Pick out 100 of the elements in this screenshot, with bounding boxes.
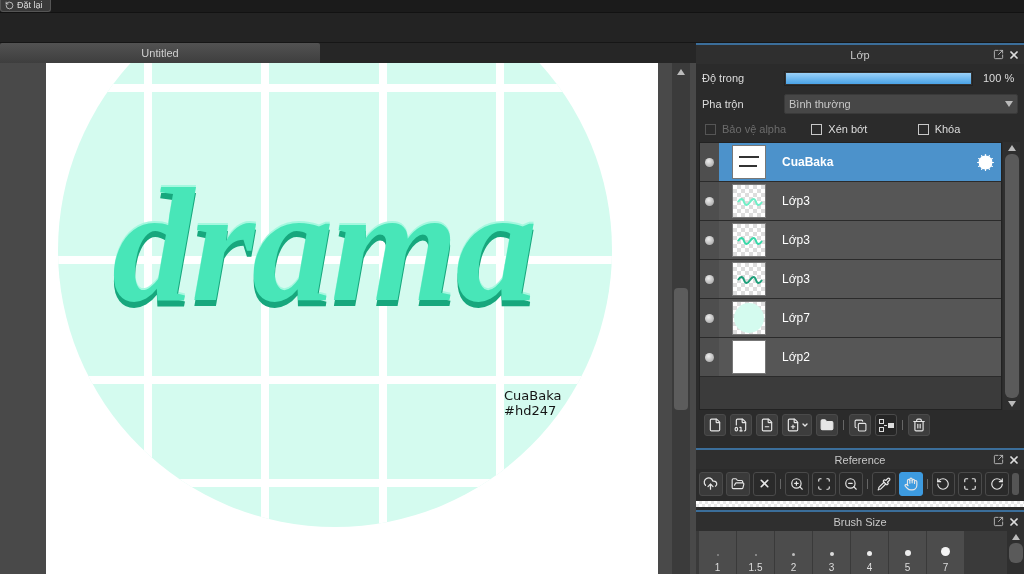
folder-icon xyxy=(820,418,834,432)
layer-name: Lớp3 xyxy=(782,233,811,247)
brush-size-option[interactable]: 5 xyxy=(889,531,927,574)
canvas-lettering: drama xyxy=(112,163,535,327)
visibility-dot-icon[interactable] xyxy=(705,157,714,167)
rotate-right-icon xyxy=(990,476,1005,491)
zoom-out-button[interactable] xyxy=(839,471,863,496)
copy-icon xyxy=(853,418,867,432)
layer-row[interactable]: Lớp3 xyxy=(700,260,1001,299)
rotate-left-button[interactable] xyxy=(931,471,956,496)
layer-name: Lớp3 xyxy=(782,272,811,286)
fit-button[interactable] xyxy=(812,471,837,496)
brush-size-option[interactable]: 1 xyxy=(699,531,737,574)
scrollbar-thumb[interactable] xyxy=(1008,543,1023,563)
scrollbar-track[interactable] xyxy=(1003,142,1020,410)
fit-window-button[interactable] xyxy=(958,471,983,496)
folder-button[interactable] xyxy=(816,414,838,436)
opacity-slider[interactable] xyxy=(784,70,973,86)
document-tab[interactable]: Untitled xyxy=(0,43,320,63)
brush-dot-icon xyxy=(904,550,911,556)
blend-dropdown[interactable]: Bình thường xyxy=(784,94,1018,114)
zoom-in-button[interactable] xyxy=(785,471,810,496)
opacity-reading: 100 % xyxy=(983,72,1015,84)
rotate-right-button[interactable] xyxy=(985,471,1010,496)
close-icon[interactable] xyxy=(1008,48,1020,61)
new-layer-button[interactable] xyxy=(756,414,778,436)
open-button[interactable] xyxy=(725,471,750,496)
visibility-dot-icon[interactable] xyxy=(705,196,714,206)
close-icon[interactable] xyxy=(1008,515,1020,528)
new-layer-button[interactable] xyxy=(730,414,752,436)
brush-size-option[interactable]: 4 xyxy=(851,531,889,574)
panel-title: Brush Size xyxy=(833,515,887,528)
signature-text: #hd247 xyxy=(504,403,557,418)
merge-button[interactable] xyxy=(875,414,897,436)
trash-icon xyxy=(912,418,926,432)
gear-icon[interactable] xyxy=(976,152,995,172)
file-plus-icon xyxy=(785,418,800,432)
panel-title: Lớp xyxy=(850,48,870,61)
visibility-dot-icon[interactable] xyxy=(705,274,714,284)
brush-dot-icon xyxy=(941,547,950,556)
layer-thumbnail xyxy=(732,301,766,335)
scroll-down-icon[interactable] xyxy=(1007,401,1016,407)
brush-size-option[interactable]: 2 xyxy=(775,531,813,574)
visibility-dot-icon[interactable] xyxy=(705,352,714,362)
fit-icon xyxy=(817,476,832,491)
folder-icon xyxy=(730,476,745,491)
layer-name: Lớp3 xyxy=(782,194,811,208)
layer-thumbnail xyxy=(732,262,766,296)
caret-icon[interactable] xyxy=(1005,101,1013,107)
delete-button[interactable] xyxy=(908,414,930,436)
scrollbar-thumb[interactable] xyxy=(1012,472,1019,495)
popout-icon[interactable] xyxy=(993,454,1004,465)
new-layer-button[interactable] xyxy=(704,414,726,436)
popout-icon[interactable] xyxy=(993,49,1004,60)
expand-icon xyxy=(963,476,978,491)
checkbox-option[interactable]: Khóa xyxy=(917,123,1024,135)
layer-row[interactable]: Lớp2 xyxy=(700,338,1001,377)
checkbox-option[interactable]: Xén bớt xyxy=(811,123,918,135)
hand-icon xyxy=(903,476,918,491)
scrollbar-track[interactable] xyxy=(672,63,690,574)
cloud-upload-icon xyxy=(703,476,719,491)
reset-button[interactable]: Đặt lại xyxy=(0,0,51,12)
brush-size-option[interactable]: 1.5 xyxy=(737,531,775,574)
tool-button[interactable] xyxy=(898,471,923,496)
visibility-dot-icon[interactable] xyxy=(705,235,714,245)
layer-thumbnail xyxy=(732,184,766,218)
layer-thumbnail xyxy=(732,145,766,179)
layer-row[interactable]: Lớp3 xyxy=(700,221,1001,260)
file-icon xyxy=(708,418,722,432)
reset-icon xyxy=(5,1,14,10)
add-layer-dropdown[interactable] xyxy=(782,414,812,436)
brush-dot-icon xyxy=(829,552,834,556)
close-icon[interactable] xyxy=(1008,453,1020,466)
visibility-dot-icon[interactable] xyxy=(705,313,714,323)
scroll-up-icon[interactable] xyxy=(677,69,685,75)
brush-size-option[interactable]: 3 xyxy=(813,531,851,574)
rotate-left-icon xyxy=(936,476,951,491)
import-button[interactable] xyxy=(699,471,723,496)
merge-squares-icon xyxy=(878,418,894,432)
scrollbar-thumb[interactable] xyxy=(674,288,688,410)
file-digit-icon xyxy=(734,418,748,432)
popout-icon[interactable] xyxy=(993,516,1004,527)
panel-title: Reference xyxy=(834,453,886,466)
scrollbar-thumb[interactable] xyxy=(1004,154,1019,398)
blend-label: Pha trộn xyxy=(702,98,745,110)
eyedropper-icon xyxy=(876,476,891,491)
layer-thumbnail xyxy=(732,223,766,257)
opacity-label: Độ trong xyxy=(702,72,746,84)
layer-name: Lớp7 xyxy=(782,311,811,325)
scrollbar-track[interactable] xyxy=(1007,531,1024,574)
close-button[interactable] xyxy=(752,471,777,496)
tool-button[interactable] xyxy=(871,471,896,496)
layer-thumbnail xyxy=(732,340,766,374)
scroll-up-icon[interactable] xyxy=(1011,534,1020,540)
scroll-up-icon[interactable] xyxy=(1007,145,1016,151)
duplicate-button[interactable] xyxy=(849,414,871,436)
layer-row[interactable]: Lớp3 xyxy=(700,182,1001,221)
brush-size-option[interactable]: 7 xyxy=(927,531,965,574)
caret-icon xyxy=(800,421,809,429)
layer-row[interactable]: Lớp7 xyxy=(700,299,1001,338)
